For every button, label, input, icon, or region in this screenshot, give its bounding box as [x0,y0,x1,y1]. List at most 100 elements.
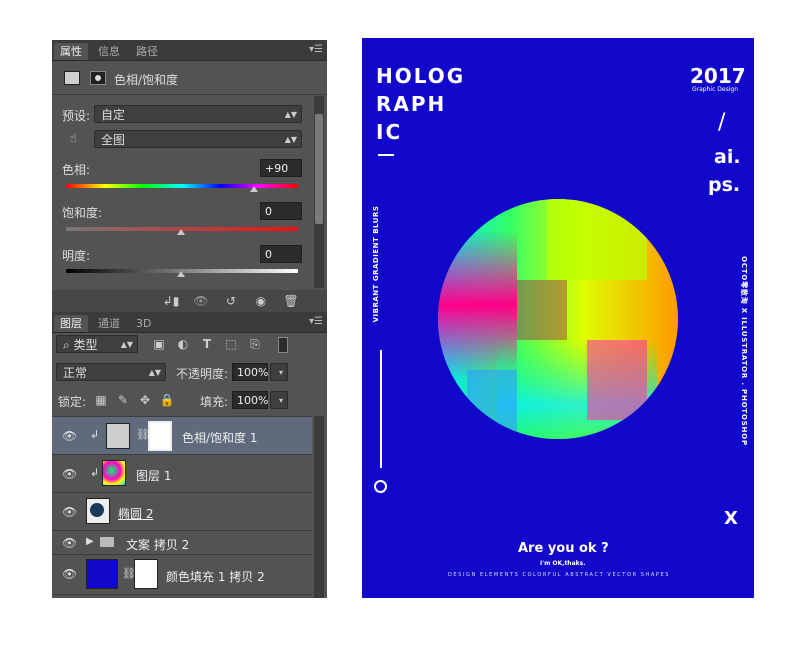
poster-title-line-2: RAPH [376,92,447,116]
layers-list: 👁 ↲ ⛓ 色相/饱和度 1 👁 ↲ 图层 1 👁 椭圆 2 👁 ▶ 文案 拷贝… [52,416,312,599]
lock-position-icon[interactable]: ✥ [136,392,154,408]
reset-icon[interactable]: ↺ [222,293,240,309]
chevron-down-icon: ▾ [278,396,283,405]
properties-scrollbar[interactable] [314,96,324,288]
clip-arrow-icon: ↲ [90,466,100,479]
mask-thumbnail [148,421,172,451]
poster-footer: DESIGN ELEMENTS COLORFUL ABSTRACT VECTOR… [447,572,671,578]
layer-filter-dropdown[interactable]: ⌕ 类型 ▲▼ [56,335,138,353]
properties-panel: 属性 信息 路径 ▾☰ 色相/饱和度 预设: 自定 ▲▼ ☝ 全图 ▲▼ 色相:… [52,40,327,312]
panel-menu-icon[interactable]: ▾☰ [309,44,323,55]
panel-menu-icon[interactable]: ▾☰ [309,316,323,327]
tab-layers[interactable]: 图层 [54,315,88,332]
poster-canvas: HOLOG RAPH IC 2017 Graphic Design / ai. … [362,38,754,598]
shape-thumbnail [86,498,110,524]
poster-title-line-1: HOLOG [376,64,466,88]
poster-year: 2017 [690,64,746,88]
dropdown-arrows-icon: ▲▼ [284,135,297,144]
filter-kind-value: 类型 [73,338,98,352]
targeted-adjustment-hand-icon[interactable]: ☝ [64,130,82,146]
hue-sat-layer-icon [64,71,80,85]
layer-row[interactable]: 👁 椭圆 2 [52,493,312,531]
poster-x-mark: X [724,508,738,529]
preset-dropdown[interactable]: 自定 ▲▼ [94,105,302,123]
layer-name[interactable]: 颜色填充 1 拷贝 2 [166,568,265,585]
visibility-eye-icon[interactable]: 👁 [62,505,77,519]
layer-row[interactable]: 👁 ↲ 图层 1 [52,455,312,493]
lock-image-icon[interactable]: ✎ [114,392,132,408]
visibility-icon[interactable]: ◉ [252,293,270,309]
poster-app-ai: ai. [714,146,741,168]
preset-label: 预设: [62,109,91,123]
layer-row[interactable]: 👁 ▶ 文案 拷贝 2 [52,531,312,555]
visibility-eye-icon[interactable]: 👁 [62,467,77,481]
hue-slider-track[interactable] [66,184,298,188]
mask-icon[interactable] [90,71,106,85]
tab-paths[interactable]: 路径 [130,43,164,60]
saturation-slider-thumb[interactable] [177,229,185,235]
range-value: 全图 [101,133,126,147]
dropdown-arrows-icon: ▲▼ [120,340,133,349]
layer-name[interactable]: 图层 1 [136,467,171,484]
layer-name[interactable]: 色相/饱和度 1 [182,429,258,446]
adjustment-header: 色相/饱和度 [52,62,327,95]
layer-row[interactable]: 👁 ↲ ⛓ 色相/饱和度 1 [52,417,312,455]
visibility-eye-icon[interactable]: 👁 [62,567,77,581]
lock-all-icon[interactable]: 🔒 [158,392,176,408]
properties-footer: ↲▮ 👁 ↺ ◉ 🗑 [52,290,327,312]
hue-input[interactable]: +90 [260,159,302,177]
poster-question: Are you ok ? [518,541,609,556]
fill-thumbnail [86,559,118,589]
tab-3d[interactable]: 3D [130,315,157,332]
title-dash [378,154,394,156]
chevron-down-icon: ▾ [278,368,283,377]
layers-tabbar: 图层 通道 3D ▾☰ [52,312,327,333]
adjustment-title: 色相/饱和度 [114,73,179,87]
hue-label: 色相: [62,163,91,177]
preset-value: 自定 [101,108,126,122]
filter-pixel-icon[interactable]: ▣ [150,336,168,352]
layer-thumbnail [102,460,126,486]
hue-slider-thumb[interactable] [250,186,258,192]
layer-name[interactable]: 文案 拷贝 2 [126,536,189,553]
filter-smart-object-icon[interactable]: ⎘ [246,336,264,352]
view-previous-state-icon[interactable]: 👁 [192,293,210,309]
filter-adjustment-icon[interactable]: ◐ [174,336,192,352]
adjustment-thumbnail-icon [106,423,130,449]
blend-mode-value: 正常 [63,366,88,380]
delete-icon[interactable]: 🗑 [282,293,300,309]
properties-tabbar: 属性 信息 路径 ▾☰ [52,40,327,61]
visibility-eye-icon[interactable]: 👁 [62,536,77,550]
clip-arrow-icon: ↲ [90,428,100,441]
poster-answer: I'm OK,thaks. [540,560,586,567]
layer-name[interactable]: 椭圆 2 [118,505,153,522]
filter-type-icon[interactable]: T [198,336,216,352]
dropdown-arrows-icon: ▲▼ [284,110,297,119]
layer-row[interactable]: 👁 ⛓ 颜色填充 1 拷贝 2 [52,555,312,595]
saturation-input[interactable]: 0 [260,202,302,220]
folder-icon [100,537,114,547]
visibility-eye-icon[interactable]: 👁 [62,429,77,443]
layers-scrollbar[interactable] [314,416,324,598]
fill-label: 填充: [200,395,229,409]
poster-app-ps: ps. [708,174,741,196]
opacity-input[interactable]: 100% [232,363,268,381]
filter-shape-icon[interactable]: ⬚ [222,336,240,352]
tab-channels[interactable]: 通道 [92,315,126,332]
filter-toggle-icon[interactable] [278,337,288,353]
lock-label: 锁定: [58,395,87,409]
fill-slider-button[interactable]: ▾ [270,391,288,409]
poster-right-vertical-text: OCTO零散淘 X ILLUSTRATOR . PHOTOSHOP [740,256,748,446]
clip-to-layer-icon[interactable]: ↲▮ [162,293,180,309]
expand-arrow-icon[interactable]: ▶ [86,536,94,547]
tab-properties[interactable]: 属性 [54,43,88,60]
fill-input[interactable]: 100% [232,391,268,409]
poster-year-sub: Graphic Design [692,86,738,93]
tab-info[interactable]: 信息 [92,43,126,60]
range-dropdown[interactable]: 全图 ▲▼ [94,130,302,148]
blend-mode-dropdown[interactable]: 正常 ▲▼ [56,363,166,381]
lock-transparent-icon[interactable]: ▦ [92,392,110,408]
lightness-slider-thumb[interactable] [177,271,185,277]
lightness-input[interactable]: 0 [260,245,302,263]
opacity-slider-button[interactable]: ▾ [270,363,288,381]
